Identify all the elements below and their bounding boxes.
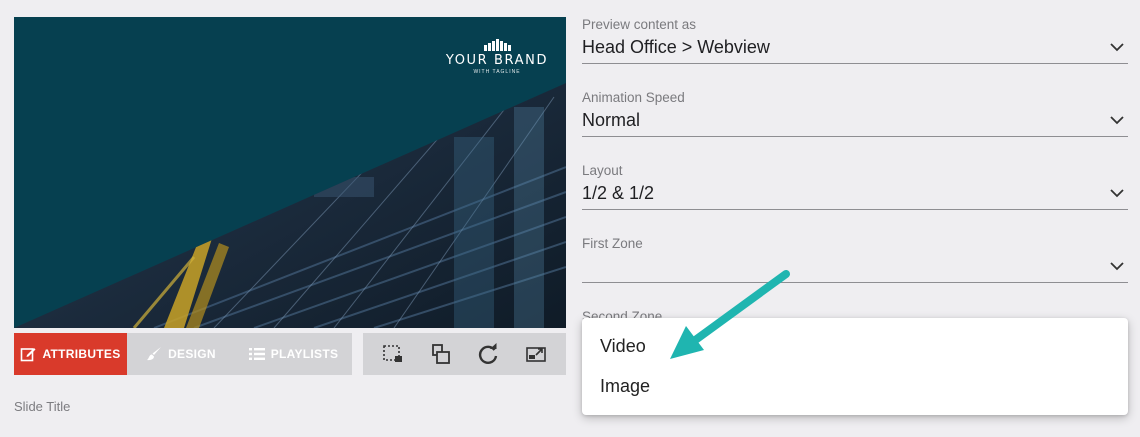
preview-content-select[interactable]: Head Office > Webview xyxy=(582,32,1128,64)
first-zone-label: First Zone xyxy=(582,236,643,251)
building-icon xyxy=(442,39,552,51)
tab-attributes[interactable]: ATTRIBUTES xyxy=(14,333,127,375)
layers-icon xyxy=(431,344,450,364)
chevron-down-icon xyxy=(1110,262,1124,271)
refresh-button[interactable] xyxy=(476,342,500,366)
crop-button[interactable] xyxy=(381,342,405,366)
animation-speed-value: Normal xyxy=(582,110,641,130)
first-zone-field: First Zone xyxy=(582,236,1128,283)
animation-speed-label: Animation Speed xyxy=(582,90,685,105)
menu-option-video[interactable]: Video xyxy=(582,326,1128,366)
expand-button[interactable] xyxy=(524,342,548,366)
tab-attributes-label: ATTRIBUTES xyxy=(42,347,121,361)
layout-select[interactable]: 1/2 & 1/2 xyxy=(582,178,1128,210)
preview-content-value: Head Office > Webview xyxy=(582,37,770,57)
layout-field: Layout 1/2 & 1/2 xyxy=(582,163,1128,210)
brand-name: YOUR BRAND xyxy=(445,53,549,68)
expand-icon xyxy=(526,347,546,362)
edit-icon xyxy=(21,348,36,362)
chevron-down-icon xyxy=(1110,43,1124,52)
editor-tabs: ATTRIBUTES DESIGN PLAYLISTS xyxy=(14,333,352,375)
brush-icon xyxy=(147,347,162,361)
first-zone-select[interactable] xyxy=(582,251,1128,283)
menu-option-image[interactable]: Image xyxy=(582,366,1128,406)
animation-speed-field: Animation Speed Normal xyxy=(582,90,1128,137)
slide-preview: YOUR BRAND WITH TAGLINE xyxy=(14,17,566,328)
crop-icon xyxy=(383,345,402,362)
preview-content-label: Preview content as xyxy=(582,17,697,32)
slide-title-label: Slide Title xyxy=(14,399,71,414)
layout-value: 1/2 & 1/2 xyxy=(582,183,655,203)
tab-playlists[interactable]: PLAYLISTS xyxy=(235,333,352,375)
chevron-down-icon xyxy=(1110,189,1124,198)
refresh-icon xyxy=(479,343,498,364)
animation-speed-select[interactable]: Normal xyxy=(582,105,1128,137)
second-zone-menu: Video Image xyxy=(582,318,1128,415)
list-icon xyxy=(248,348,265,360)
brand-logo: YOUR BRAND WITH TAGLINE xyxy=(442,39,552,75)
chevron-down-icon xyxy=(1110,116,1124,125)
preview-actions xyxy=(363,333,566,375)
tab-playlists-label: PLAYLISTS xyxy=(270,347,339,361)
preview-content-field: Preview content as Head Office > Webview xyxy=(582,17,1128,64)
brand-tagline: WITH TAGLINE xyxy=(473,69,521,75)
tab-design-label: DESIGN xyxy=(168,347,216,361)
layout-label: Layout xyxy=(582,163,623,178)
layers-button[interactable] xyxy=(429,342,453,366)
tab-design[interactable]: DESIGN xyxy=(127,333,235,375)
